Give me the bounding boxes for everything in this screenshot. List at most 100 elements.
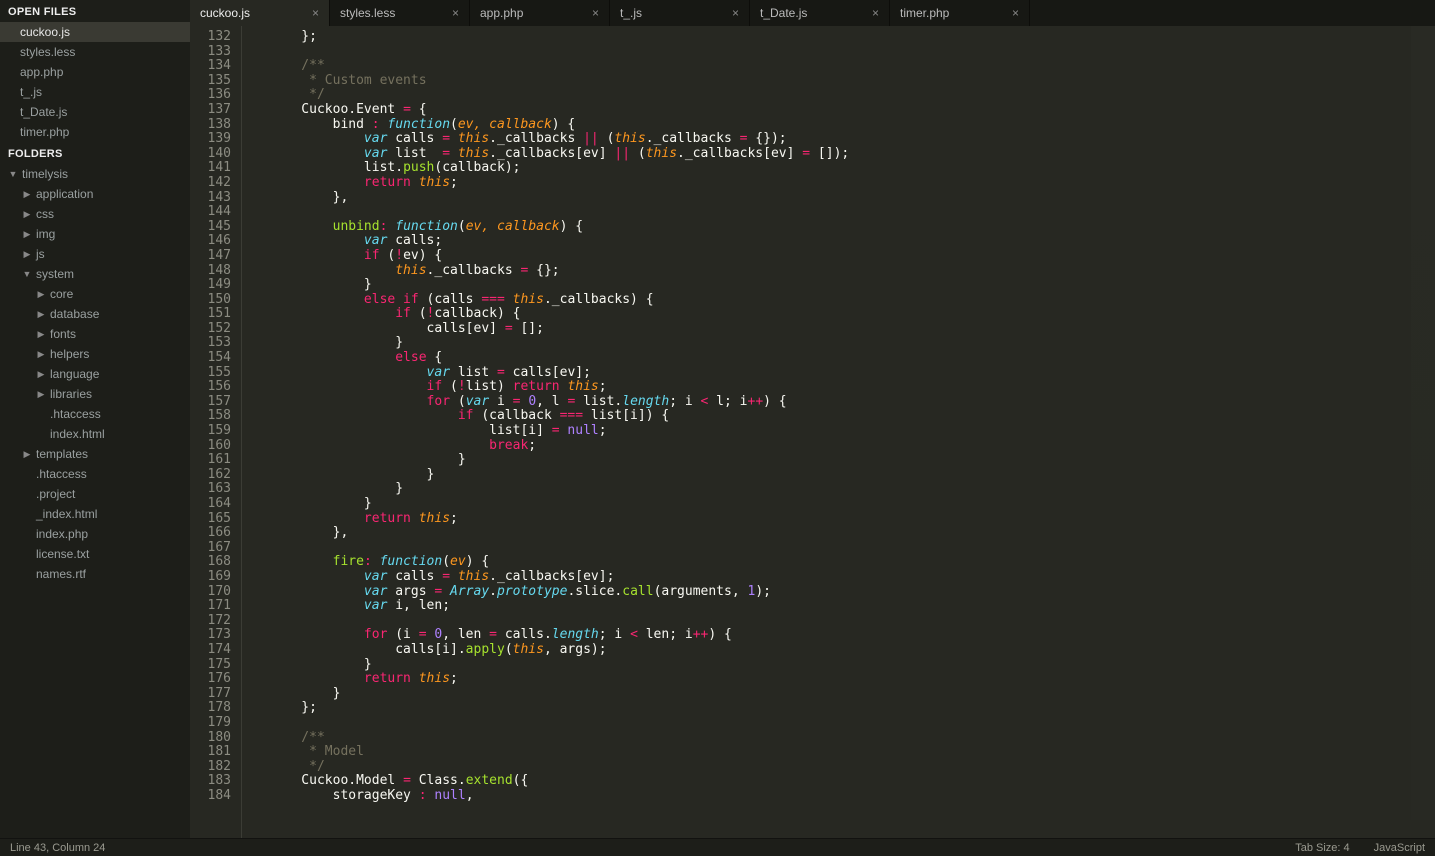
cursor-position[interactable]: Line 43, Column 24: [10, 842, 105, 854]
code-line[interactable]: /**: [270, 731, 1435, 746]
close-icon[interactable]: ×: [872, 6, 879, 20]
code-line[interactable]: }: [270, 468, 1435, 483]
code-line[interactable]: unbind: function(ev, callback) {: [270, 220, 1435, 235]
close-icon[interactable]: ×: [452, 6, 459, 20]
folder-item[interactable]: ▶core: [0, 284, 190, 304]
code-line[interactable]: var calls = this._callbacks || (this._ca…: [270, 132, 1435, 147]
code-line[interactable]: var i, len;: [270, 599, 1435, 614]
file-item[interactable]: names.rtf: [0, 564, 190, 584]
tab-size-indicator[interactable]: Tab Size: 4: [1295, 842, 1349, 854]
code-line[interactable]: */: [270, 760, 1435, 775]
tab-label: styles.less: [340, 6, 395, 20]
code-line[interactable]: calls[i].apply(this, args);: [270, 643, 1435, 658]
editor-tab[interactable]: styles.less ×: [330, 0, 470, 26]
close-icon[interactable]: ×: [1012, 6, 1019, 20]
open-file-item[interactable]: timer.php: [0, 122, 190, 142]
file-item[interactable]: .htaccess: [0, 404, 190, 424]
editor-tab[interactable]: cuckoo.js×: [190, 0, 330, 26]
open-file-item[interactable]: t_Date.js: [0, 102, 190, 122]
code-line[interactable]: * Custom events: [270, 74, 1435, 89]
code-line[interactable]: bind : function(ev, callback) {: [270, 118, 1435, 133]
code-line[interactable]: var list = calls[ev];: [270, 366, 1435, 381]
code-line[interactable]: if (!list) return this;: [270, 380, 1435, 395]
code-line[interactable]: }: [270, 482, 1435, 497]
code-wrap[interactable]: 1321331341351361371381391401411421431441…: [190, 26, 1435, 838]
line-number: 161: [194, 453, 231, 468]
code-line[interactable]: return this;: [270, 176, 1435, 191]
code-line[interactable]: [270, 45, 1435, 60]
editor-tab[interactable]: app.php×: [470, 0, 610, 26]
code-line[interactable]: storageKey : null,: [270, 789, 1435, 804]
code-line[interactable]: }: [270, 497, 1435, 512]
open-file-item[interactable]: t_.js: [0, 82, 190, 102]
code-line[interactable]: if (!callback) {: [270, 307, 1435, 322]
file-item[interactable]: index.html: [0, 424, 190, 444]
editor-tab[interactable]: t_.js×: [610, 0, 750, 26]
folder-item[interactable]: ▼system: [0, 264, 190, 284]
code-line[interactable]: if (callback === list[i]) {: [270, 409, 1435, 424]
code-line[interactable]: break;: [270, 439, 1435, 454]
code-line[interactable]: }: [270, 453, 1435, 468]
folder-item[interactable]: ▼timelysis: [0, 164, 190, 184]
code-line[interactable]: for (var i = 0, l = list.length; i < l; …: [270, 395, 1435, 410]
code-line[interactable]: [270, 614, 1435, 629]
file-item[interactable]: index.php: [0, 524, 190, 544]
file-item[interactable]: license.txt: [0, 544, 190, 564]
open-file-item[interactable]: app.php: [0, 62, 190, 82]
folder-item[interactable]: ▶libraries: [0, 384, 190, 404]
folder-item[interactable]: ▶helpers: [0, 344, 190, 364]
syntax-indicator[interactable]: JavaScript: [1374, 842, 1425, 854]
file-item[interactable]: _index.html: [0, 504, 190, 524]
folder-item[interactable]: ▶js: [0, 244, 190, 264]
code-line[interactable]: if (!ev) {: [270, 249, 1435, 264]
folder-item[interactable]: ▶database: [0, 304, 190, 324]
code-line[interactable]: calls[ev] = [];: [270, 322, 1435, 337]
line-number: 144: [194, 205, 231, 220]
code-line[interactable]: },: [270, 191, 1435, 206]
folder-item[interactable]: ▶img: [0, 224, 190, 244]
close-icon[interactable]: ×: [592, 6, 599, 20]
code-line[interactable]: list[i] = null;: [270, 424, 1435, 439]
code-line[interactable]: * Model: [270, 745, 1435, 760]
code-line[interactable]: var calls;: [270, 234, 1435, 249]
folder-item[interactable]: ▶application: [0, 184, 190, 204]
code-line[interactable]: fire: function(ev) {: [270, 555, 1435, 570]
close-icon[interactable]: ×: [312, 6, 319, 20]
code-line[interactable]: };: [270, 701, 1435, 716]
folder-item[interactable]: ▶templates: [0, 444, 190, 464]
code-line[interactable]: var calls = this._callbacks[ev];: [270, 570, 1435, 585]
code-line[interactable]: Cuckoo.Event = {: [270, 103, 1435, 118]
editor-tab[interactable]: t_Date.js×: [750, 0, 890, 26]
code-line[interactable]: }: [270, 336, 1435, 351]
close-icon[interactable]: ×: [732, 6, 739, 20]
code-line[interactable]: }: [270, 278, 1435, 293]
folder-item[interactable]: ▶fonts: [0, 324, 190, 344]
file-item[interactable]: .project: [0, 484, 190, 504]
code-line[interactable]: list.push(callback);: [270, 161, 1435, 176]
code-line[interactable]: /**: [270, 59, 1435, 74]
code-line[interactable]: var args = Array.prototype.slice.call(ar…: [270, 585, 1435, 600]
open-file-item[interactable]: cuckoo.js: [0, 22, 190, 42]
code-line[interactable]: var list = this._callbacks[ev] || (this.…: [270, 147, 1435, 162]
code-line[interactable]: }: [270, 687, 1435, 702]
code-line[interactable]: [270, 205, 1435, 220]
code-line[interactable]: return this;: [270, 512, 1435, 527]
open-file-item[interactable]: styles.less: [0, 42, 190, 62]
code-line[interactable]: for (i = 0, len = calls.length; i < len;…: [270, 628, 1435, 643]
code-content[interactable]: }; /** * Custom events */ Cuckoo.Event =…: [256, 26, 1435, 838]
code-line[interactable]: else {: [270, 351, 1435, 366]
code-line[interactable]: [270, 541, 1435, 556]
code-line[interactable]: */: [270, 88, 1435, 103]
code-line[interactable]: },: [270, 526, 1435, 541]
code-line[interactable]: Cuckoo.Model = Class.extend({: [270, 774, 1435, 789]
file-item[interactable]: .htaccess: [0, 464, 190, 484]
code-line[interactable]: else if (calls === this._callbacks) {: [270, 293, 1435, 308]
code-line[interactable]: this._callbacks = {};: [270, 264, 1435, 279]
code-line[interactable]: };: [270, 30, 1435, 45]
code-line[interactable]: }: [270, 658, 1435, 673]
code-line[interactable]: return this;: [270, 672, 1435, 687]
folder-item[interactable]: ▶language: [0, 364, 190, 384]
folder-item[interactable]: ▶css: [0, 204, 190, 224]
code-line[interactable]: [270, 716, 1435, 731]
editor-tab[interactable]: timer.php×: [890, 0, 1030, 26]
